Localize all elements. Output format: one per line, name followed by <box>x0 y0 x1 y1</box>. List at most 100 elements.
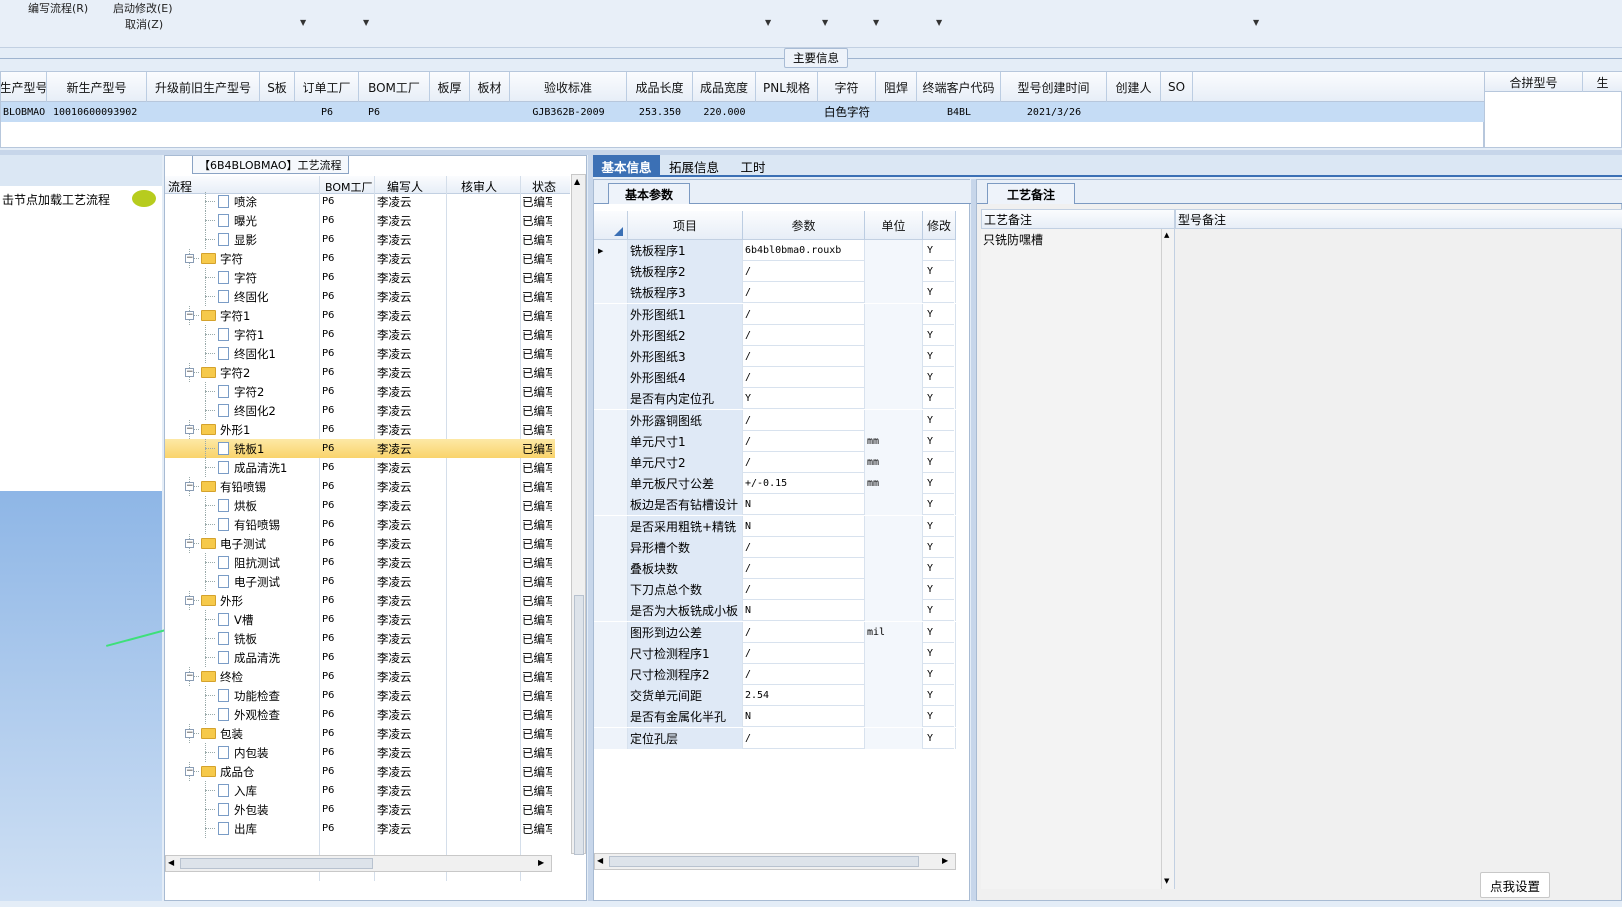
param-modify[interactable]: Y <box>923 324 956 346</box>
tree-node[interactable]: 字符1 <box>201 306 315 325</box>
param-row[interactable]: 铣板程序3/ Y <box>594 282 956 304</box>
tree-node[interactable]: 终检 <box>201 667 315 686</box>
param-modify[interactable]: Y <box>923 706 956 728</box>
tree-item-row[interactable]: 成品清洗1 P6 李凌云 已编写 <box>165 458 555 477</box>
tab-basic-info[interactable]: 基本信息 <box>593 155 660 177</box>
param-value[interactable]: / <box>743 452 865 473</box>
tree-folder-row[interactable]: − 包装 P6 李凌云 已编写 <box>165 724 555 743</box>
col-header[interactable]: 字符 <box>818 72 876 102</box>
param-row[interactable]: 叠板块数 / Y <box>594 558 956 579</box>
param-modify[interactable]: Y <box>923 621 956 643</box>
param-row[interactable]: 外形图纸1/ Y <box>594 303 956 325</box>
col-header[interactable]: 升级前旧生产型号 <box>147 72 260 102</box>
param-row[interactable]: 异形槽个数 / Y <box>594 536 956 558</box>
param-value[interactable]: N <box>743 515 865 537</box>
main-table-row[interactable]: BLOBMAO 10010600093902 P6 P6 GJB362B-200… <box>1 102 1485 122</box>
param-modify[interactable]: Y <box>923 282 956 304</box>
tree-item-row[interactable]: 曝光 P6 李凌云 已编写 <box>165 211 555 230</box>
dropdown-arrow-icon[interactable]: ▼ <box>765 18 771 27</box>
tree-folder-row[interactable]: − 字符 P6 李凌云 已编写 <box>165 249 555 268</box>
tree-item-row[interactable]: 终固化2 P6 李凌云 已编写 <box>165 401 555 420</box>
param-row[interactable]: 交货单元间距 2.54 Y <box>594 685 956 707</box>
param-value[interactable]: 2.54 <box>743 685 865 707</box>
tree-item-row[interactable]: 外包装 P6 李凌云 已编写 <box>165 800 555 819</box>
tree-item-row[interactable]: 终固化 P6 李凌云 已编写 <box>165 287 555 306</box>
collapse-toggle-icon[interactable]: − <box>185 254 194 263</box>
param-value[interactable]: / <box>743 261 865 283</box>
tree-item-row[interactable]: 显影 P6 李凌云 已编写 <box>165 230 555 249</box>
chat-bubble-icon[interactable] <box>132 190 156 207</box>
tree-item-row[interactable]: 铣板 P6 李凌云 已编写 <box>165 629 555 648</box>
param-row[interactable]: 铣板程序2/ Y <box>594 261 956 283</box>
collapse-toggle-icon[interactable]: − <box>185 539 194 548</box>
row-selector[interactable] <box>594 558 628 579</box>
param-value[interactable]: / <box>743 621 865 643</box>
row-selector[interactable] <box>594 282 628 304</box>
tree-node[interactable]: 喷涂 <box>218 192 315 211</box>
param-modify[interactable]: Y <box>923 430 956 452</box>
param-modify[interactable]: Y <box>923 664 956 685</box>
row-selector[interactable] <box>594 536 628 558</box>
col-header[interactable]: BOM工厂 <box>359 72 430 102</box>
tree-node[interactable]: 外包装 <box>218 800 315 819</box>
tree-node[interactable]: 有铅喷锡 <box>201 477 315 496</box>
tree-item-row[interactable]: 字符 P6 李凌云 已编写 <box>165 268 555 287</box>
row-selector[interactable] <box>594 452 628 473</box>
tree-node[interactable]: 内包装 <box>218 743 315 762</box>
tree-node[interactable]: 显影 <box>218 230 315 249</box>
tree-node[interactable]: 出库 <box>218 819 315 838</box>
col-header[interactable]: PNL规格 <box>756 72 818 102</box>
row-selector[interactable] <box>594 367 628 389</box>
param-value[interactable]: / <box>743 409 865 431</box>
row-selector[interactable] <box>594 579 628 601</box>
tab-work-hours[interactable]: 工时 <box>729 155 777 177</box>
param-modify[interactable]: Y <box>923 727 956 749</box>
param-modify[interactable]: Y <box>923 579 956 601</box>
tree-node[interactable]: 成品仓 <box>201 762 315 781</box>
menu-write-flow[interactable]: 编写流程(R) <box>28 0 88 16</box>
col-header[interactable]: 订单工厂 <box>295 72 359 102</box>
tree-item-row[interactable]: 电子测试 P6 李凌云 已编写 <box>165 572 555 591</box>
menu-start-modify[interactable]: 启动修改(E) <box>113 0 173 16</box>
col-header[interactable]: 板材 <box>470 72 510 102</box>
col-header[interactable]: 单位 <box>865 211 923 240</box>
row-selector[interactable] <box>594 473 628 495</box>
tree-folder-row[interactable]: − 有铅喷锡 P6 李凌云 已编写 <box>165 477 555 496</box>
param-value[interactable]: N <box>743 600 865 622</box>
tree-item-row[interactable]: 内包装 P6 李凌云 已编写 <box>165 743 555 762</box>
param-modify[interactable]: Y <box>923 409 956 431</box>
tree-node[interactable]: 阻抗测试 <box>218 553 315 572</box>
col-header[interactable]: 终端客户代码 <box>917 72 1001 102</box>
collapse-toggle-icon[interactable]: − <box>185 596 194 605</box>
param-value[interactable]: / <box>743 536 865 558</box>
params-horizontal-scrollbar[interactable]: ◀ ▶ <box>594 853 956 870</box>
param-row[interactable]: 板边是否有钻槽设计 N Y <box>594 494 956 516</box>
scroll-down-icon[interactable]: ▼ <box>1164 877 1169 885</box>
scroll-thumb[interactable] <box>574 595 584 855</box>
dropdown-arrow-icon[interactable]: ▼ <box>936 18 942 27</box>
param-row[interactable]: 尺寸检测程序2/ Y <box>594 664 956 685</box>
col-header[interactable]: 板厚 <box>430 72 470 102</box>
param-value[interactable]: / <box>743 579 865 601</box>
col-header[interactable]: 生产型号 <box>1 72 47 102</box>
tree-item-row[interactable]: 字符1 P6 李凌云 已编写 <box>165 325 555 344</box>
tree-folder-row[interactable]: − 外形1 P6 李凌云 已编写 <box>165 420 555 439</box>
tree-node[interactable]: 终固化1 <box>218 344 315 363</box>
param-value[interactable]: N <box>743 494 865 516</box>
param-row[interactable]: 图形到边公差 / mil Y <box>594 621 956 643</box>
scroll-up-icon[interactable]: ▲ <box>1164 231 1169 239</box>
flow-horizontal-scrollbar[interactable]: ◀ ▶ <box>165 855 552 872</box>
param-modify[interactable]: Y <box>923 388 956 410</box>
param-row[interactable]: 是否有金属化半孔 N Y <box>594 706 956 728</box>
tree-node[interactable]: 成品清洗1 <box>218 458 315 477</box>
param-modify[interactable]: Y <box>923 642 956 664</box>
tree-item-row[interactable]: 烘板 P6 李凌云 已编写 <box>165 496 555 515</box>
tree-node[interactable]: 字符1 <box>218 325 315 344</box>
dropdown-arrow-icon[interactable]: ▼ <box>363 18 369 27</box>
col-header[interactable]: 型号创建时间 <box>1001 72 1107 102</box>
tree-folder-row[interactable]: − 终检 P6 李凌云 已编写 <box>165 667 555 686</box>
scroll-up-icon[interactable]: ▲ <box>574 177 580 186</box>
param-modify[interactable]: Y <box>923 261 956 283</box>
col-header[interactable]: 生 <box>1583 72 1622 92</box>
col-header[interactable]: S板 <box>260 72 295 102</box>
